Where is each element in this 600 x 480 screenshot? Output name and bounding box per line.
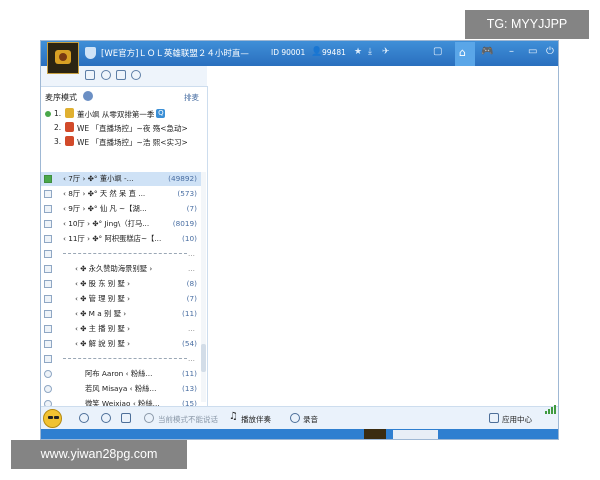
accompany-button[interactable]: 播放伴奏 [241,414,271,425]
music-note-icon: ♫ [229,411,238,422]
location-icon[interactable] [101,70,111,80]
play-icon [44,175,52,183]
channel-row[interactable]: ‹ 9厅 › ✤° 仙 凡 ~【湖... (7) [41,202,201,216]
expand-icon[interactable] [44,265,52,273]
queue-mic-link[interactable]: 排麦 [184,92,199,103]
expand-icon[interactable] [44,355,52,363]
channel-row[interactable]: ‹ 7厅 › ✤° 董小飒 -... (49892) [41,172,201,186]
microphone-icon[interactable] [101,413,111,423]
separator-row: ... [41,352,201,366]
channel-row[interactable]: ‹ 8厅 › ✤° 天 然 呆 直 ... (573) [41,187,201,201]
user-icon: 👤 [311,47,323,57]
channel-row[interactable]: ‹ 11厅 › ✤° 阿枳蛋糕店~【... (10) [41,232,201,246]
room-id: ID 90001 [271,48,306,57]
record-icon[interactable] [290,413,300,423]
user-count: 99481 [322,48,346,57]
channel-scrollbar[interactable] [201,172,206,402]
queue-item[interactable]: 1. 董小飒 从零双排第一季 Q [45,108,205,120]
channel-logo [47,42,79,74]
star-icon[interactable]: ★ [354,47,362,57]
power-button[interactable]: ⏻ [546,46,554,57]
host-icon [65,108,74,118]
search-icon[interactable] [131,70,141,80]
expand-icon[interactable] [44,190,52,198]
channel-row[interactable]: ‹ ✤ 解 說 别 墅 › (54) [41,337,201,351]
record-button[interactable]: 录音 [303,414,318,425]
gamepad-icon[interactable]: 🎮 [481,46,493,57]
mode-label: 麦序模式 [45,93,77,102]
expand-icon[interactable] [44,340,52,348]
home-tab[interactable]: ⌂ [455,42,475,66]
expand-icon[interactable] [44,310,52,318]
queue-item[interactable]: 3. WE 「直播场控」~浩 熙<实习> [45,136,205,148]
channel-row[interactable]: ‹ 10厅 › ✤° Jing\（打马... (8019) [41,217,201,231]
shield-icon [85,47,96,59]
watermark-bottom: www.yiwan28pg.com [11,440,187,469]
separator-row: ... [41,247,201,261]
watermark-top: TG: MYYJJPP [465,10,589,39]
mode-row: 麦序模式 排麦 [45,91,203,103]
home-icon: ⌂ [459,46,466,59]
scrollbar-thumb[interactable] [201,344,206,372]
bottom-toolbar: 当前模式不能说话 ♫ 播放伴奏 录音 应用中心 [41,405,558,430]
mode-settings-icon[interactable] [83,91,93,101]
admin-icon [65,122,74,132]
keyboard-icon[interactable] [121,413,131,423]
plane-icon[interactable]: ✈ [382,47,390,57]
channel-row[interactable]: ‹ ✤ 永久赞助海景别墅 › ... [41,262,201,276]
expand-icon[interactable] [44,280,52,288]
app-center-button[interactable]: 应用中心 [502,414,532,425]
queue-item[interactable]: 2. WE 「直播场控」~夜 殇<急动> [45,122,205,134]
people-icon[interactable] [85,70,95,80]
channel-row[interactable]: ‹ ✤ 主 播 别 墅 › ... [41,322,201,336]
list-icon[interactable] [116,70,126,80]
channel-row[interactable]: ‹ ✤ 管 理 别 墅 › (7) [41,292,201,306]
taskbar-thumbnail[interactable] [364,429,386,439]
apps-grid-icon[interactable] [489,413,499,423]
mute-mic-icon [144,413,154,423]
speaking-indicator-icon [45,111,51,117]
maximize-button[interactable]: ▭ [528,46,537,57]
channel-row[interactable]: ‹ ✤ M a 别 墅 › (11) [41,307,201,321]
expand-icon[interactable] [44,295,52,303]
speaker-icon[interactable] [79,413,89,423]
expand-icon[interactable] [44,220,52,228]
minimize-button[interactable]: – [509,46,514,57]
expand-icon[interactable] [44,325,52,333]
channel-row[interactable]: 阿布 Aaron ‹ 粉絲... (11) [41,367,201,381]
admin-icon [65,136,74,146]
room-title: [WE官方]ＬＯＬ英雄联盟２４小时直— [101,49,249,59]
channel-row[interactable]: 若风 Misaya ‹ 粉絲... (13) [41,382,201,396]
download-icon[interactable]: ⤓ [368,47,372,57]
speak-status: 当前模式不能说话 [158,415,218,424]
taskbar-item[interactable] [393,430,438,439]
expand-icon[interactable] [44,205,52,213]
divider [63,253,187,254]
expand-icon[interactable] [44,235,52,243]
expand-icon[interactable] [44,385,52,393]
expand-icon[interactable] [44,250,52,258]
expand-icon[interactable] [44,370,52,378]
channel-row[interactable]: ‹ ✤ 股 东 别 墅 › (8) [41,277,201,291]
taskbar [41,429,558,439]
verified-icon: Q [156,109,166,118]
window-mode-icon[interactable]: ▢ [433,46,442,57]
emoji-face-icon[interactable] [43,409,62,428]
title-bar: [WE官方]ＬＯＬ英雄联盟２４小时直— ID 90001 👤 99481 ★ ⤓… [41,41,558,66]
yy-voice-client-window: [WE官方]ＬＯＬ英雄联盟２４小时直— ID 90001 👤 99481 ★ ⤓… [40,40,559,440]
divider [63,358,187,359]
